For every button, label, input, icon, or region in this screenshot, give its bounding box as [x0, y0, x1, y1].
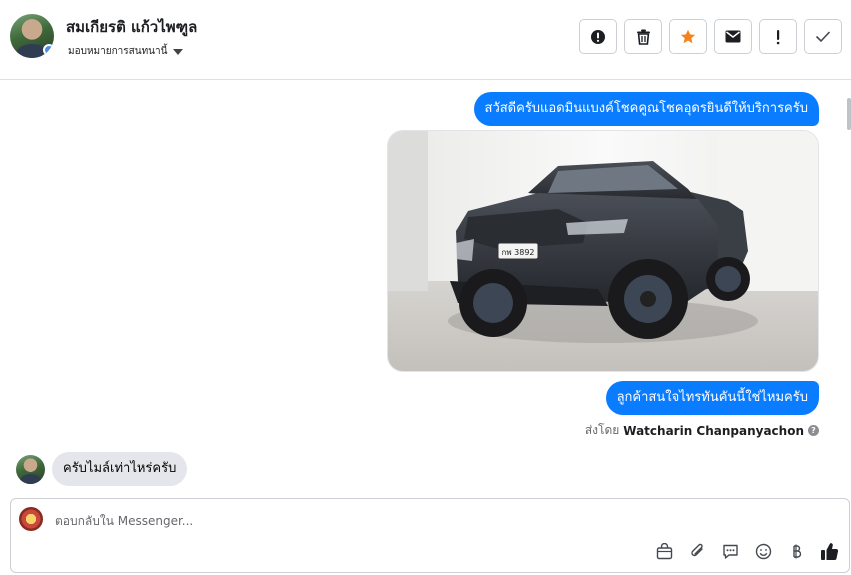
reply-composer	[10, 498, 850, 573]
assign-label: มอบหมายการสนทนานี้	[68, 46, 168, 57]
messenger-badge-icon	[43, 44, 54, 56]
contact-avatar[interactable]	[10, 14, 54, 58]
contact-name[interactable]: สมเกียรติ แก้วไพฑูล	[66, 15, 197, 39]
sender-name[interactable]: Watcharin Chanpanyachon	[623, 424, 804, 438]
conversation-toolbar	[579, 19, 842, 54]
sent-by-prefix: ส่งโดย	[584, 423, 620, 437]
spam-button[interactable]	[579, 19, 617, 54]
emoji-icon[interactable]	[754, 542, 773, 561]
mark-unread-button[interactable]	[714, 19, 752, 54]
incoming-message[interactable]: ครับไมล์เท่าไหร่ครับ	[52, 452, 188, 486]
like-icon[interactable]	[820, 542, 839, 561]
star-icon	[680, 29, 696, 43]
assign-conversation-dropdown[interactable]: มอบหมายการสนทนานี้	[68, 44, 184, 59]
baht-icon[interactable]	[787, 542, 806, 561]
message-thread[interactable]: สวัสดีครับแอดมินแบงค์โชคคูณโชคอุดรยินดีใ…	[0, 80, 851, 494]
paperclip-icon[interactable]	[688, 542, 707, 561]
envelope-icon	[725, 30, 741, 43]
outgoing-message[interactable]: ลูกค้าสนใจไทรทันคันนี้ใช่ไหมครับ	[605, 381, 819, 415]
composer-tools	[655, 542, 839, 561]
check-icon	[815, 31, 831, 43]
page-avatar	[19, 507, 43, 531]
conversation-header: สมเกียรติ แก้วไพฑูล มอบหมายการสนทนานี้	[0, 0, 851, 80]
reply-input[interactable]	[55, 511, 615, 531]
license-plate: กพ 3892	[501, 248, 534, 257]
star-button[interactable]	[669, 19, 707, 54]
bag-icon[interactable]	[655, 542, 674, 561]
contact-avatar-small[interactable]	[16, 455, 45, 484]
outgoing-message[interactable]: สวัสดีครับแอดมินแบงค์โชคคูณโชคอุดรยินดีใ…	[473, 92, 819, 126]
shared-car-photo[interactable]: กพ 3892	[387, 130, 819, 372]
exclamation-icon	[776, 29, 780, 44]
pickup-truck-image: กพ 3892	[388, 131, 818, 371]
scrollbar-thumb[interactable]	[847, 98, 851, 130]
delete-button[interactable]	[624, 19, 662, 54]
caret-down-icon	[173, 48, 184, 55]
trash-icon	[636, 29, 650, 45]
saved-reply-icon[interactable]	[721, 542, 740, 561]
help-icon[interactable]: ?	[808, 425, 819, 436]
avatar-figure	[20, 474, 41, 484]
mark-done-button[interactable]	[804, 19, 842, 54]
follow-up-button[interactable]	[759, 19, 797, 54]
sent-by-info: ส่งโดย Watcharin Chanpanyachon ?	[585, 421, 819, 440]
alert-circle-icon	[591, 29, 605, 44]
